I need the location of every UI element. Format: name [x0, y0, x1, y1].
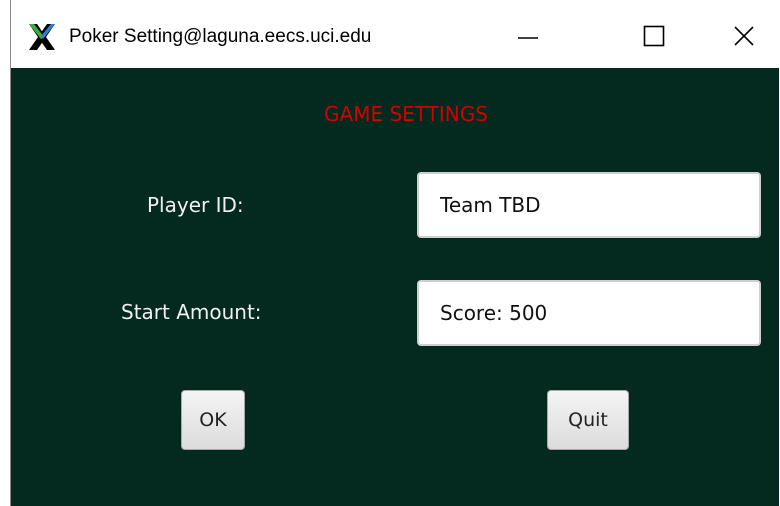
x11-logo-icon [27, 22, 57, 52]
settings-panel: GAME SETTINGS Player ID: Start Amount: O… [11, 68, 779, 506]
minimize-button[interactable] [505, 14, 551, 58]
minimize-icon [518, 37, 538, 39]
poker-settings-window: Poker Setting@laguna.eecs.uci.edu GAME S… [10, 0, 779, 506]
maximize-icon [643, 25, 665, 47]
ok-button[interactable]: OK [181, 390, 245, 450]
window-title: Poker Setting@laguna.eecs.uci.edu [69, 26, 372, 47]
player-id-input[interactable] [417, 172, 761, 238]
quit-button[interactable]: Quit [547, 390, 629, 450]
close-icon [734, 26, 754, 46]
start-amount-input[interactable] [417, 280, 761, 346]
player-id-label: Player ID: [147, 193, 244, 217]
title-bar[interactable]: Poker Setting@laguna.eecs.uci.edu [11, 0, 779, 68]
maximize-button[interactable] [631, 14, 677, 58]
close-button[interactable] [721, 14, 767, 58]
game-settings-heading: GAME SETTINGS [324, 102, 488, 126]
start-amount-label: Start Amount: [121, 300, 262, 324]
